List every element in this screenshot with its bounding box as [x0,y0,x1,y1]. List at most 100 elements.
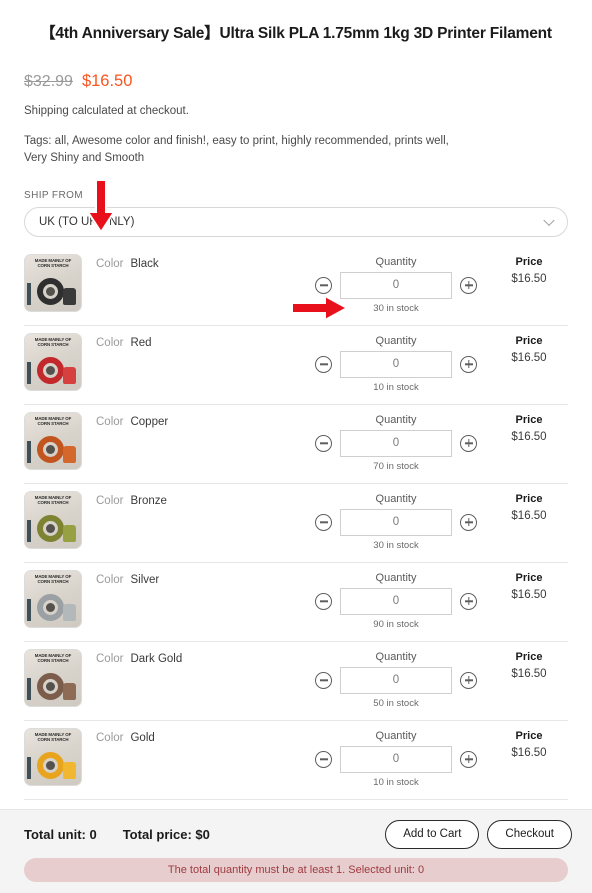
stock-status: 30 in stock [373,539,419,551]
filament-spool-icon [37,672,64,700]
stock-status: 90 in stock [373,618,419,630]
error-banner: The total quantity must be at least 1. S… [24,858,568,882]
printed-figure-icon [63,524,76,542]
variant-thumbnail[interactable]: MADE MAINLY OF CORN STARCH [24,332,82,391]
thumbnail-banner-text: MADE MAINLY OF CORN STARCH [34,415,72,427]
plus-circle-icon[interactable] [460,750,477,768]
filament-spool-icon [37,356,64,384]
variant-color: Color Dark Gold [82,649,302,665]
quantity-header: Quantity [375,413,417,426]
stock-status: 10 in stock [373,381,419,393]
thumbnail-lamp [27,440,31,463]
original-price: $32.99 [24,73,73,91]
minus-circle-icon[interactable] [315,355,332,373]
quantity-cell: Quantity 90 in stock [302,570,490,630]
minus-circle-icon[interactable] [315,750,332,768]
thumbnail-banner-text: MADE MAINLY OF CORN STARCH [34,336,72,348]
printed-figure-icon [63,682,76,700]
filament-spool-icon [37,514,64,542]
color-label: Color [96,652,124,665]
quantity-input[interactable] [340,666,452,694]
variant-thumbnail[interactable]: MADE MAINLY OF CORN STARCH [24,490,82,549]
quantity-input[interactable] [340,429,452,457]
quantity-header: Quantity [375,650,417,663]
plus-circle-icon[interactable] [460,355,477,373]
price-header: Price [515,413,543,426]
quantity-input[interactable] [340,508,452,536]
variant-thumbnail[interactable]: MADE MAINLY OF CORN STARCH [24,727,82,786]
quantity-header: Quantity [375,334,417,347]
variant-thumbnail[interactable]: MADE MAINLY OF CORN STARCH [24,253,82,312]
quantity-input[interactable] [340,587,452,615]
variant-thumbnail[interactable]: MADE MAINLY OF CORN STARCH [24,411,82,470]
variant-color: Color Gold [82,728,302,744]
minus-circle-icon[interactable] [315,671,332,689]
printed-figure-icon [63,366,76,384]
add-to-cart-button[interactable]: Add to Cart [385,819,480,849]
thumbnail-lamp [27,756,31,779]
quantity-cell: Quantity 50 in stock [302,649,490,709]
minus-circle-icon[interactable] [315,276,332,294]
color-label: Color [96,415,124,428]
quantity-header: Quantity [375,492,417,505]
table-row: MADE MAINLY OF CORN STARCH Color Silver Qua… [24,563,568,642]
quantity-stepper [302,271,490,299]
plus-circle-icon[interactable] [460,671,477,689]
color-label: Color [96,573,124,586]
color-label: Color [96,731,124,744]
minus-circle-icon[interactable] [315,513,332,531]
color-value: Copper [130,415,169,428]
minus-circle-icon[interactable] [315,592,332,610]
quantity-cell: Quantity 30 in stock [302,491,490,551]
quantity-stepper [302,666,490,694]
printed-figure-icon [63,287,76,305]
cart-summary-bar: Total unit: 0 Total price: $0 Add to Car… [0,810,592,858]
plus-circle-icon[interactable] [460,434,477,452]
price-cell: Price $16.50 [490,412,568,443]
quantity-stepper [302,587,490,615]
price-header: Price [515,492,543,505]
checkout-button[interactable]: Checkout [487,819,572,849]
minus-circle-icon[interactable] [315,434,332,452]
price-block: $32.99 $16.50 [0,44,592,91]
color-value: Silver [130,573,160,586]
plus-circle-icon[interactable] [460,592,477,610]
table-row: MADE MAINLY OF CORN STARCH Color Bronze Qua… [24,484,568,563]
price-cell: Price $16.50 [490,333,568,364]
price-header: Price [515,334,543,347]
price-header: Price [515,650,543,663]
price-value: $16.50 [511,746,547,759]
price-value: $16.50 [511,430,547,443]
ship-from-select[interactable]: UK (TO UK ONLY) [24,206,568,237]
color-value: Gold [130,731,155,744]
printed-figure-icon [63,603,76,621]
price-cell: Price $16.50 [490,728,568,759]
thumbnail-lamp [27,677,31,700]
stock-status: 30 in stock [373,302,419,314]
quantity-stepper [302,429,490,457]
quantity-stepper [302,508,490,536]
table-row: MADE MAINLY OF CORN STARCH Color Black Quan… [24,247,568,326]
price-cell: Price $16.50 [490,491,568,522]
color-value: Black [130,257,159,270]
price-value: $16.50 [511,588,547,601]
variant-thumbnail[interactable]: MADE MAINLY OF CORN STARCH [24,648,82,707]
variant-color: Color Red [82,333,302,349]
variant-color: Color Black [82,254,302,270]
ship-from-select-wrapper: UK (TO UK ONLY) [0,201,592,237]
thumbnail-lamp [27,519,31,542]
stock-status: 50 in stock [373,697,419,709]
stock-status: 70 in stock [373,460,419,472]
quantity-input[interactable] [340,350,452,378]
plus-circle-icon[interactable] [460,276,477,294]
quantity-input[interactable] [340,271,452,299]
variant-thumbnail[interactable]: MADE MAINLY OF CORN STARCH [24,569,82,628]
printed-figure-icon [63,761,76,779]
total-price: Total price: $0 [122,826,210,842]
price-header: Price [515,255,543,268]
color-value: Bronze [130,494,167,507]
color-label: Color [96,494,124,507]
product-tags: Tags: all, Awesome color and finish!, ea… [24,135,449,165]
plus-circle-icon[interactable] [460,513,477,531]
quantity-input[interactable] [340,745,452,773]
